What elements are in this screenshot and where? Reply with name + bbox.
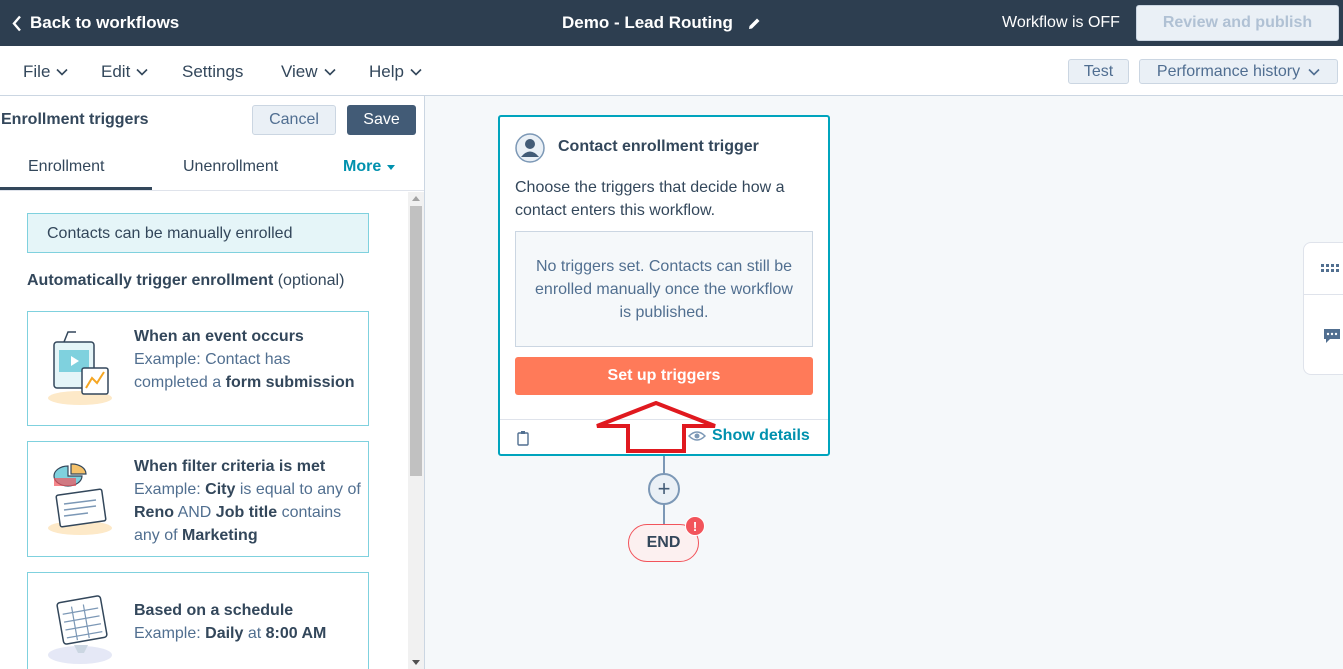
- chevron-left-icon: [12, 15, 21, 31]
- option-event-text: When an event occurs Example: Contact ha…: [134, 325, 364, 394]
- menu-file[interactable]: File: [23, 62, 68, 82]
- scroll-down-arrow-icon[interactable]: [412, 660, 420, 665]
- clipboard-icon[interactable]: [516, 430, 530, 446]
- add-action-button[interactable]: +: [648, 473, 680, 505]
- scroll-up-arrow-icon[interactable]: [412, 196, 420, 201]
- auto-trigger-heading-bold: Automatically trigger enrollment: [27, 272, 274, 289]
- save-button[interactable]: Save: [347, 105, 416, 135]
- performance-history-button[interactable]: Performance history: [1139, 59, 1338, 84]
- chevron-down-icon: [136, 68, 148, 76]
- workflow-title: Demo - Lead Routing: [562, 13, 762, 33]
- review-and-publish-button[interactable]: Review and publish: [1136, 5, 1339, 41]
- menu-help-label: Help: [369, 62, 404, 81]
- option-schedule-mid1: at: [243, 625, 266, 642]
- option-event-occurs[interactable]: When an event occurs Example: Contact ha…: [27, 311, 369, 426]
- alert-icon: !: [685, 516, 705, 536]
- option-filter-bold-jobtitle: Job title: [215, 504, 278, 521]
- trigger-card-description: Choose the triggers that decide how a co…: [515, 179, 785, 219]
- tab-unenrollment[interactable]: Unenrollment: [183, 158, 278, 176]
- tab-more[interactable]: More: [343, 158, 396, 176]
- option-schedule-bold-daily: Daily: [205, 625, 244, 642]
- menu-view[interactable]: View: [281, 62, 336, 82]
- menu-file-label: File: [23, 62, 51, 81]
- filter-criteria-illustration-icon: [48, 463, 112, 535]
- option-schedule-text: Based on a schedule Example: Daily at 8:…: [134, 599, 364, 645]
- panel-title: Enrollment triggers: [1, 111, 149, 128]
- option-filter-bold-reno: Reno: [134, 504, 174, 521]
- menu-help[interactable]: Help: [369, 62, 422, 82]
- menu-settings[interactable]: Settings: [182, 62, 243, 82]
- menu-bar: File Edit Settings View Help Test Perfor…: [0, 46, 1343, 96]
- option-filter-bold-marketing: Marketing: [182, 527, 258, 544]
- tab-enrollment[interactable]: Enrollment: [28, 158, 104, 176]
- option-event-example-bold: form submission: [225, 374, 355, 391]
- side-widget: [1303, 242, 1343, 375]
- option-filter-criteria[interactable]: When filter criteria is met Example: Cit…: [27, 441, 369, 557]
- menu-settings-label: Settings: [182, 62, 244, 81]
- annotation-arrow-icon: [596, 401, 716, 453]
- menu-edit[interactable]: Edit: [101, 62, 148, 82]
- event-illustration-icon: [48, 331, 112, 405]
- option-schedule-bold-time: 8:00 AM: [265, 625, 327, 642]
- option-filter-mid1: is equal to any of: [235, 481, 361, 498]
- back-to-workflows-link[interactable]: Back to workflows: [12, 13, 179, 33]
- enrollment-panel: Enrollment triggers Cancel Save Enrollme…: [0, 96, 425, 669]
- option-filter-example: Example:: [134, 481, 206, 498]
- side-widget-divider: [1304, 294, 1343, 295]
- chevron-down-icon: [323, 68, 336, 76]
- panel-tabs: Enrollment Unenrollment More: [0, 144, 424, 191]
- chevron-down-icon: [1308, 68, 1320, 76]
- manual-enrollment-note: Contacts can be manually enrolled: [27, 213, 369, 253]
- show-details-label: Show details: [712, 427, 810, 444]
- active-tab-indicator: [0, 187, 152, 190]
- set-up-triggers-button[interactable]: Set up triggers: [515, 357, 813, 395]
- panel-body: Contacts can be manually enrolled Automa…: [0, 192, 407, 669]
- cancel-button[interactable]: Cancel: [252, 105, 336, 135]
- option-event-title: When an event occurs: [134, 328, 304, 345]
- top-bar: Back to workflows Demo - Lead Routing Wo…: [0, 0, 1343, 46]
- scrollbar-thumb[interactable]: [410, 206, 422, 476]
- menu-view-label: View: [281, 62, 318, 81]
- performance-history-label: Performance history: [1156, 62, 1301, 80]
- comment-icon[interactable]: [1323, 328, 1341, 344]
- caret-down-icon: [387, 164, 396, 170]
- option-schedule[interactable]: Based on a schedule Example: Daily at 8:…: [27, 572, 369, 669]
- workflow-name: Demo - Lead Routing: [562, 13, 733, 32]
- pencil-icon[interactable]: [747, 16, 762, 31]
- tab-more-label: More: [343, 158, 382, 175]
- schedule-illustration-icon: [48, 595, 112, 664]
- option-filter-title: When filter criteria is met: [134, 458, 326, 475]
- option-filter-mid2: AND: [174, 504, 216, 521]
- test-button[interactable]: Test: [1068, 59, 1129, 84]
- chevron-down-icon: [410, 68, 422, 76]
- contact-avatar-icon: [515, 133, 545, 163]
- keyboard-icon[interactable]: [1321, 264, 1343, 274]
- chevron-down-icon: [56, 68, 68, 76]
- trigger-card-title: Contact enrollment trigger: [558, 138, 759, 155]
- workflow-status: Workflow is OFF: [1002, 14, 1120, 31]
- auto-trigger-heading: Automatically trigger enrollment (option…: [27, 272, 344, 290]
- no-triggers-message: No triggers set. Contacts can still be e…: [515, 231, 813, 347]
- option-filter-text: When filter criteria is met Example: Cit…: [134, 455, 364, 547]
- panel-header: Enrollment triggers Cancel Save: [0, 96, 424, 144]
- panel-scrollbar[interactable]: [408, 192, 424, 669]
- back-label: Back to workflows: [30, 13, 180, 32]
- menu-edit-label: Edit: [101, 62, 131, 81]
- option-filter-bold-city: City: [205, 481, 236, 498]
- auto-trigger-optional: (optional): [277, 272, 345, 289]
- option-schedule-example: Example:: [134, 625, 206, 642]
- option-schedule-title: Based on a schedule: [134, 602, 294, 619]
